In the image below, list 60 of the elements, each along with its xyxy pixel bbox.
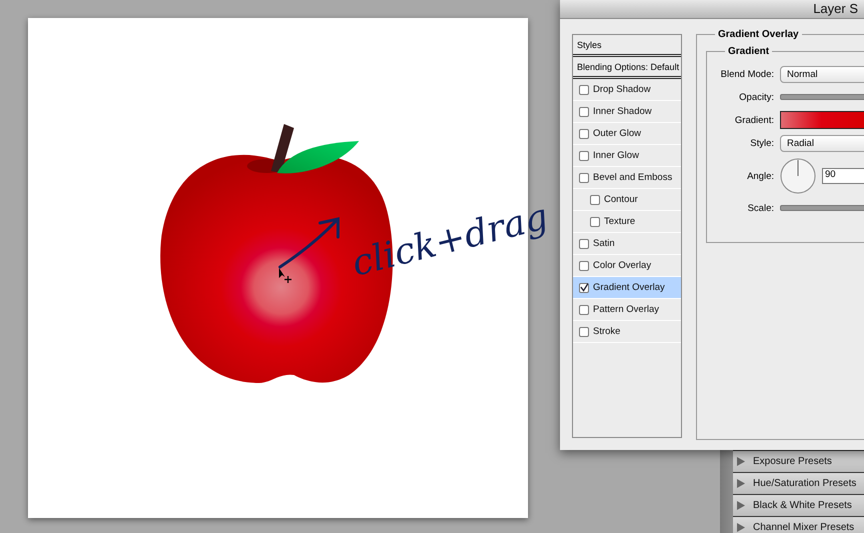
checkbox[interactable] bbox=[579, 282, 589, 292]
preset-item[interactable]: Black & White Presets bbox=[733, 494, 864, 516]
checkbox[interactable] bbox=[579, 238, 589, 248]
style-item[interactable]: Inner Shadow bbox=[573, 101, 681, 123]
style-item[interactable]: Bevel and Emboss bbox=[573, 167, 681, 189]
field-label: Gradient: bbox=[734, 114, 774, 126]
checkbox[interactable] bbox=[579, 260, 589, 270]
field-label: Blend Mode: bbox=[720, 69, 774, 80]
gradient-swatch[interactable] bbox=[780, 111, 864, 129]
group-title: Gradient Overlay bbox=[715, 29, 802, 40]
style-label: Outer Glow bbox=[593, 128, 642, 139]
preset-item[interactable]: Exposure Presets bbox=[733, 450, 864, 472]
checkbox[interactable] bbox=[579, 304, 589, 314]
style-item[interactable]: Contour bbox=[573, 189, 681, 211]
window-title: Layer S bbox=[813, 0, 858, 18]
move-cursor-icon bbox=[279, 268, 293, 284]
angle-dial[interactable] bbox=[780, 158, 816, 194]
checkbox[interactable] bbox=[590, 194, 600, 204]
checkbox[interactable] bbox=[579, 106, 589, 116]
checkbox[interactable] bbox=[579, 84, 589, 94]
style-item[interactable]: Stroke bbox=[573, 321, 681, 343]
style-item[interactable]: Satin bbox=[573, 233, 681, 255]
field-label: Scale: bbox=[746, 202, 774, 214]
expand-triangle-icon[interactable] bbox=[737, 457, 745, 466]
style-item[interactable]: Texture bbox=[573, 211, 681, 233]
angle-input[interactable]: 90 bbox=[822, 168, 864, 184]
dropdown[interactable]: Radial bbox=[780, 135, 864, 152]
checkbox[interactable] bbox=[579, 326, 589, 336]
blending-options-item[interactable]: Blending Options: Default bbox=[573, 57, 681, 79]
expand-triangle-icon[interactable] bbox=[737, 501, 745, 510]
field-label: Angle: bbox=[746, 170, 774, 182]
dropdown[interactable]: Normal bbox=[780, 66, 864, 83]
preset-item[interactable]: Hue/Saturation Presets bbox=[733, 472, 864, 494]
style-label: Contour bbox=[604, 194, 638, 205]
expand-triangle-icon[interactable] bbox=[737, 523, 745, 532]
list-header[interactable]: Styles bbox=[573, 35, 681, 57]
style-label: Inner Glow bbox=[593, 150, 639, 161]
style-label: Drop Shadow bbox=[593, 84, 651, 95]
style-item[interactable]: Gradient Overlay bbox=[573, 277, 681, 299]
field-label: Opacity: bbox=[738, 92, 774, 102]
style-item[interactable]: Drop Shadow bbox=[573, 79, 681, 101]
style-item[interactable]: Pattern Overlay bbox=[573, 299, 681, 321]
preset-item[interactable]: Channel Mixer Presets bbox=[733, 516, 864, 533]
style-label: Inner Shadow bbox=[593, 106, 652, 117]
checkbox[interactable] bbox=[579, 150, 589, 160]
style-label: Color Overlay bbox=[593, 260, 652, 271]
style-label: Texture bbox=[604, 216, 636, 227]
style-label: Satin bbox=[593, 238, 615, 249]
checkbox[interactable] bbox=[579, 172, 589, 182]
style-label: Pattern Overlay bbox=[593, 304, 659, 315]
group-title: Gradient bbox=[725, 46, 772, 57]
style-label: Gradient Overlay bbox=[593, 282, 665, 293]
field-label: Style: bbox=[749, 138, 774, 149]
style-label: Stroke bbox=[593, 326, 620, 337]
style-label: Bevel and Emboss bbox=[593, 172, 672, 183]
checkbox[interactable] bbox=[590, 216, 600, 226]
style-item[interactable]: Outer Glow bbox=[573, 123, 681, 145]
checkbox[interactable] bbox=[579, 128, 589, 138]
expand-triangle-icon[interactable] bbox=[737, 479, 745, 488]
style-item[interactable]: Inner Glow bbox=[573, 145, 681, 167]
